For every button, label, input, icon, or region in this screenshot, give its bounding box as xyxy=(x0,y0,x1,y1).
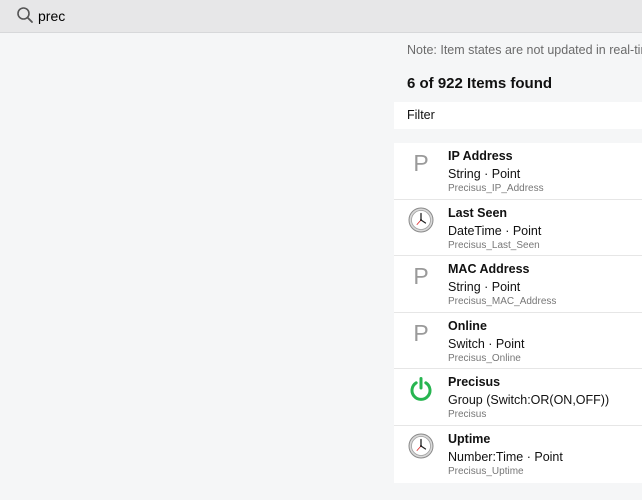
list-item[interactable]: P MAC Address String · Point Precisus_MA… xyxy=(394,256,642,313)
p-icon: P xyxy=(413,150,429,176)
item-name: Precisus_Online xyxy=(448,352,521,364)
item-type: String · Point xyxy=(448,280,521,295)
p-icon: P xyxy=(413,263,429,290)
search-input[interactable] xyxy=(38,6,598,26)
realtime-note: Note: Item states are not updated in rea… xyxy=(407,43,642,57)
item-type: Number:Time · Point xyxy=(448,449,563,464)
item-label: IP Address xyxy=(448,149,513,163)
item-name: Precisus_Uptime xyxy=(448,465,524,477)
item-type: Switch · Point xyxy=(448,336,525,351)
item-type: String · Point xyxy=(448,167,521,181)
list-item[interactable]: Precisus Group (Switch:OR(ON,OFF)) Preci… xyxy=(394,369,642,426)
clock-icon xyxy=(408,433,434,459)
clock-icon xyxy=(408,207,434,233)
item-name: Precisus_Last_Seen xyxy=(448,239,540,251)
item-label: MAC Address xyxy=(448,262,530,277)
item-name: Precisus_IP_Address xyxy=(448,183,544,194)
item-label: Last Seen xyxy=(448,205,508,220)
list-item[interactable]: Last Seen DateTime · Point Precisus_Last… xyxy=(394,200,642,257)
item-label: Online xyxy=(448,318,487,333)
search-bar xyxy=(0,0,642,33)
item-name: Precisus_MAC_Address xyxy=(448,296,557,308)
filter-label: Filter xyxy=(407,108,435,122)
power-icon xyxy=(410,377,432,402)
filter-row[interactable]: Filter xyxy=(394,102,642,129)
list-item[interactable]: Uptime Number:Time · Point Precisus_Upti… xyxy=(394,426,642,483)
list-item[interactable]: P Online Switch · Point Precisus_Online xyxy=(394,313,642,370)
item-list: P IP Address String · Point Precisus_IP_… xyxy=(394,143,642,483)
item-type: Group (Switch:OR(ON,OFF)) xyxy=(448,393,610,408)
search-icon[interactable] xyxy=(16,6,34,24)
item-type: DateTime · Point xyxy=(448,223,542,238)
item-label: Precisus xyxy=(448,375,501,390)
item-label: Uptime xyxy=(448,431,491,446)
results-count-title: 6 of 922 Items found xyxy=(407,75,553,92)
list-item[interactable]: P IP Address String · Point Precisus_IP_… xyxy=(394,143,642,200)
p-icon: P xyxy=(413,319,429,346)
item-name: Precisus xyxy=(448,409,487,421)
